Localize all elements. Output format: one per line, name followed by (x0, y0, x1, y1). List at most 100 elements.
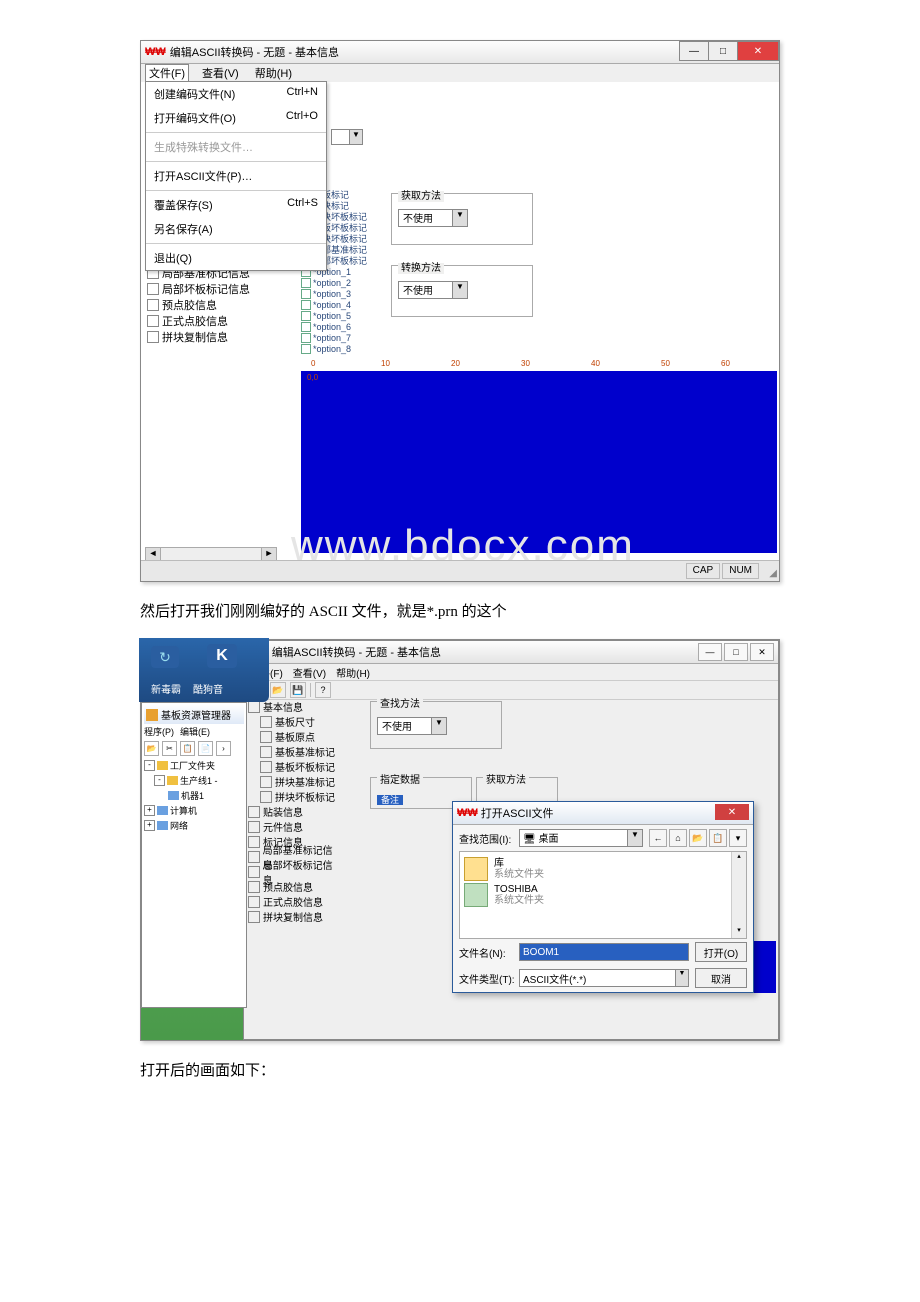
menu-exit[interactable]: 退出(Q) (146, 246, 326, 270)
dialog-title: 打开ASCII文件 (481, 805, 554, 821)
help-icon[interactable]: ? (315, 682, 331, 698)
minimize-button[interactable]: — (679, 41, 709, 61)
tree-line1[interactable]: -生产线1 - (144, 773, 244, 788)
file-list[interactable]: 库系统文件夹 TOSHIBA系统文件夹 ▴▾ (459, 851, 747, 939)
group-get-method: 获取方法 不使用▼ (391, 193, 533, 245)
title-bar: ₩₩ 编辑ASCII转换码 - 无题 - 基本信息 — □ ✕ (141, 41, 779, 64)
tree-computer[interactable]: +计算机 (144, 803, 244, 818)
list-item: 基板原点 (248, 729, 340, 744)
tree-item: 预点胶信息 (147, 297, 287, 313)
list-item: 基板基准标记 (248, 744, 340, 759)
filename-row: 文件名(N): BOOM1 打开(O) (453, 939, 753, 965)
maximize-button[interactable]: □ (708, 41, 738, 61)
app-icon: ₩₩ (145, 46, 166, 58)
app-icon: ₩₩ (457, 807, 478, 819)
list-item: 拼块基准标记 (248, 774, 340, 789)
menu-file[interactable]: 文件(F) (145, 64, 189, 82)
explorer-tree: -工厂文件夹 -生产线1 - 机器1 +计算机 +网络 (144, 758, 244, 833)
list-item: 贴装信息 (248, 804, 340, 819)
folder-icon (464, 857, 488, 881)
inner-menu-help[interactable]: 帮助(H) (336, 665, 370, 680)
shortcut-kugou[interactable]: 酷狗音 (187, 679, 229, 698)
resize-grip-icon[interactable]: ◢ (769, 568, 777, 579)
menu-save-over[interactable]: 覆盖保存(S)Ctrl+S (146, 193, 326, 217)
list-item: 正式点胶信息 (248, 894, 340, 909)
file-entry[interactable]: 库系统文件夹 (464, 856, 742, 882)
file-menu-dropdown: 创建编码文件(N)Ctrl+N 打开编码文件(O)Ctrl+O 生成特殊转换文件… (145, 81, 327, 271)
open-button[interactable]: 打开(O) (695, 942, 747, 962)
explorer-toolbar: 📂 ✂ 📋 📄 › (144, 739, 244, 758)
group-title: 获取方法 (398, 191, 444, 202)
window-title: 编辑ASCII转换码 - 无题 - 基本信息 (170, 44, 339, 60)
menu-create-file[interactable]: 创建编码文件(N)Ctrl+N (146, 82, 326, 106)
explorer-header: 基板资源管理器 (144, 705, 244, 724)
open-icon[interactable]: 📂 (270, 682, 286, 698)
k-app-icon[interactable]: K (207, 644, 237, 668)
paste-icon[interactable]: 📄 (198, 741, 213, 756)
dialog-close-button[interactable]: ✕ (715, 804, 749, 820)
list-item: 基板坏板标记 (248, 759, 340, 774)
menu-help[interactable]: 帮助(H) (252, 65, 295, 81)
tree-item: 正式点胶信息 (147, 313, 287, 329)
nav-newfolder-icon[interactable]: 📂 (689, 829, 707, 847)
filetype-combo[interactable]: ASCII文件(*.*) (519, 969, 676, 987)
lookin-combo[interactable]: 🖥 桌面▼ (519, 829, 643, 847)
refresh-icon[interactable]: ↻ (151, 646, 179, 668)
more-icon[interactable]: › (216, 741, 231, 756)
close-button[interactable]: ✕ (737, 41, 779, 61)
status-bar: CAP NUM (141, 560, 779, 581)
group-convert-method: 转换方法 不使用▼ (391, 265, 533, 317)
tree-item: 拼块复制信息 (147, 329, 287, 345)
status-num: NUM (722, 563, 759, 579)
tree-network[interactable]: +网络 (144, 818, 244, 833)
inner-toolbar: □ 📂 💾 ? (244, 681, 778, 700)
menu-open-ascii[interactable]: 打开ASCII文件(P)… (146, 164, 326, 188)
nav-view-icon[interactable]: 📋 (709, 829, 727, 847)
inner-window-buttons: — □ ✕ (696, 643, 774, 661)
board-resource-explorer: 基板资源管理器 程序(P)编辑(E) 📂 ✂ 📋 📄 › -工厂文件夹 -生产线… (141, 702, 247, 1008)
save-icon[interactable]: 💾 (290, 682, 306, 698)
get-method-combo[interactable]: 不使用▼ (398, 209, 468, 227)
cut-icon[interactable]: ✂ (162, 741, 177, 756)
figure-1-window: ₩₩ 编辑ASCII转换码 - 无题 - 基本信息 — □ ✕ 文件(F) 查看… (140, 40, 780, 582)
list-item: 局部坏板标记信息 (248, 864, 340, 879)
file-entry[interactable]: TOSHIBA系统文件夹 (464, 882, 742, 908)
small-combo[interactable]: ▼ (331, 129, 363, 145)
v-scrollbar[interactable]: ▴▾ (731, 852, 746, 938)
tree-item: 局部坏板标记信息 (147, 281, 287, 297)
group-find-method: 查找方法 不使用▼ (370, 701, 502, 749)
shortcut-xindu[interactable]: 新毒霸 (145, 679, 187, 698)
menu-open-encoding[interactable]: 打开编码文件(O)Ctrl+O (146, 106, 326, 130)
window-buttons: — □ ✕ (680, 41, 779, 61)
list-item: 拼块坏板标记 (248, 789, 340, 804)
cancel-button[interactable]: 取消 (695, 968, 747, 988)
tree-machine1[interactable]: 机器1 (144, 788, 244, 803)
filetype-row: 文件类型(T): ASCII文件(*.*)▼ 取消 (453, 965, 753, 991)
inner-menu-view[interactable]: 查看(V) (293, 665, 326, 680)
filename-input[interactable]: BOOM1 (519, 943, 689, 961)
nav-back-icon[interactable]: ← (649, 829, 667, 847)
copy-icon[interactable]: 📋 (180, 741, 195, 756)
lookin-row: 查找范围(I): 🖥 桌面▼ ← ⌂ 📂 📋 ▾ (453, 825, 753, 851)
ruler: 0 10 20 30 40 50 60 (301, 359, 777, 371)
nav-up-icon[interactable]: ⌂ (669, 829, 687, 847)
origin-marker: 0,0 (307, 373, 318, 382)
remark-label: 备注 (377, 795, 403, 805)
dialog-title-bar: ₩₩ 打开ASCII文件 (453, 802, 753, 825)
convert-method-combo[interactable]: 不使用▼ (398, 281, 468, 299)
open-icon[interactable]: 📂 (144, 741, 159, 756)
inner-editor-window: ₩₩ 编辑ASCII转换码 - 无题 - 基本信息 — □ ✕ 文件(F) 查看… (243, 640, 779, 1040)
caption-2: 打开后的画面如下： (140, 1059, 780, 1080)
menu-save-as[interactable]: 另名保存(A) (146, 217, 326, 241)
folder-icon (146, 709, 158, 721)
inner-min-button[interactable]: — (698, 643, 722, 661)
nav-more-icon[interactable]: ▾ (729, 829, 747, 847)
find-method-combo[interactable]: 不使用▼ (377, 717, 447, 735)
tree-factory[interactable]: -工厂文件夹 (144, 758, 244, 773)
inner-menu-bar: 文件(F) 查看(V) 帮助(H) (244, 664, 778, 681)
menu-gen-special: 生成特殊转换文件… (146, 135, 326, 159)
group-title: 转换方法 (398, 263, 444, 274)
menu-view[interactable]: 查看(V) (199, 65, 242, 81)
inner-close-button[interactable]: ✕ (750, 643, 774, 661)
inner-max-button[interactable]: □ (724, 643, 748, 661)
